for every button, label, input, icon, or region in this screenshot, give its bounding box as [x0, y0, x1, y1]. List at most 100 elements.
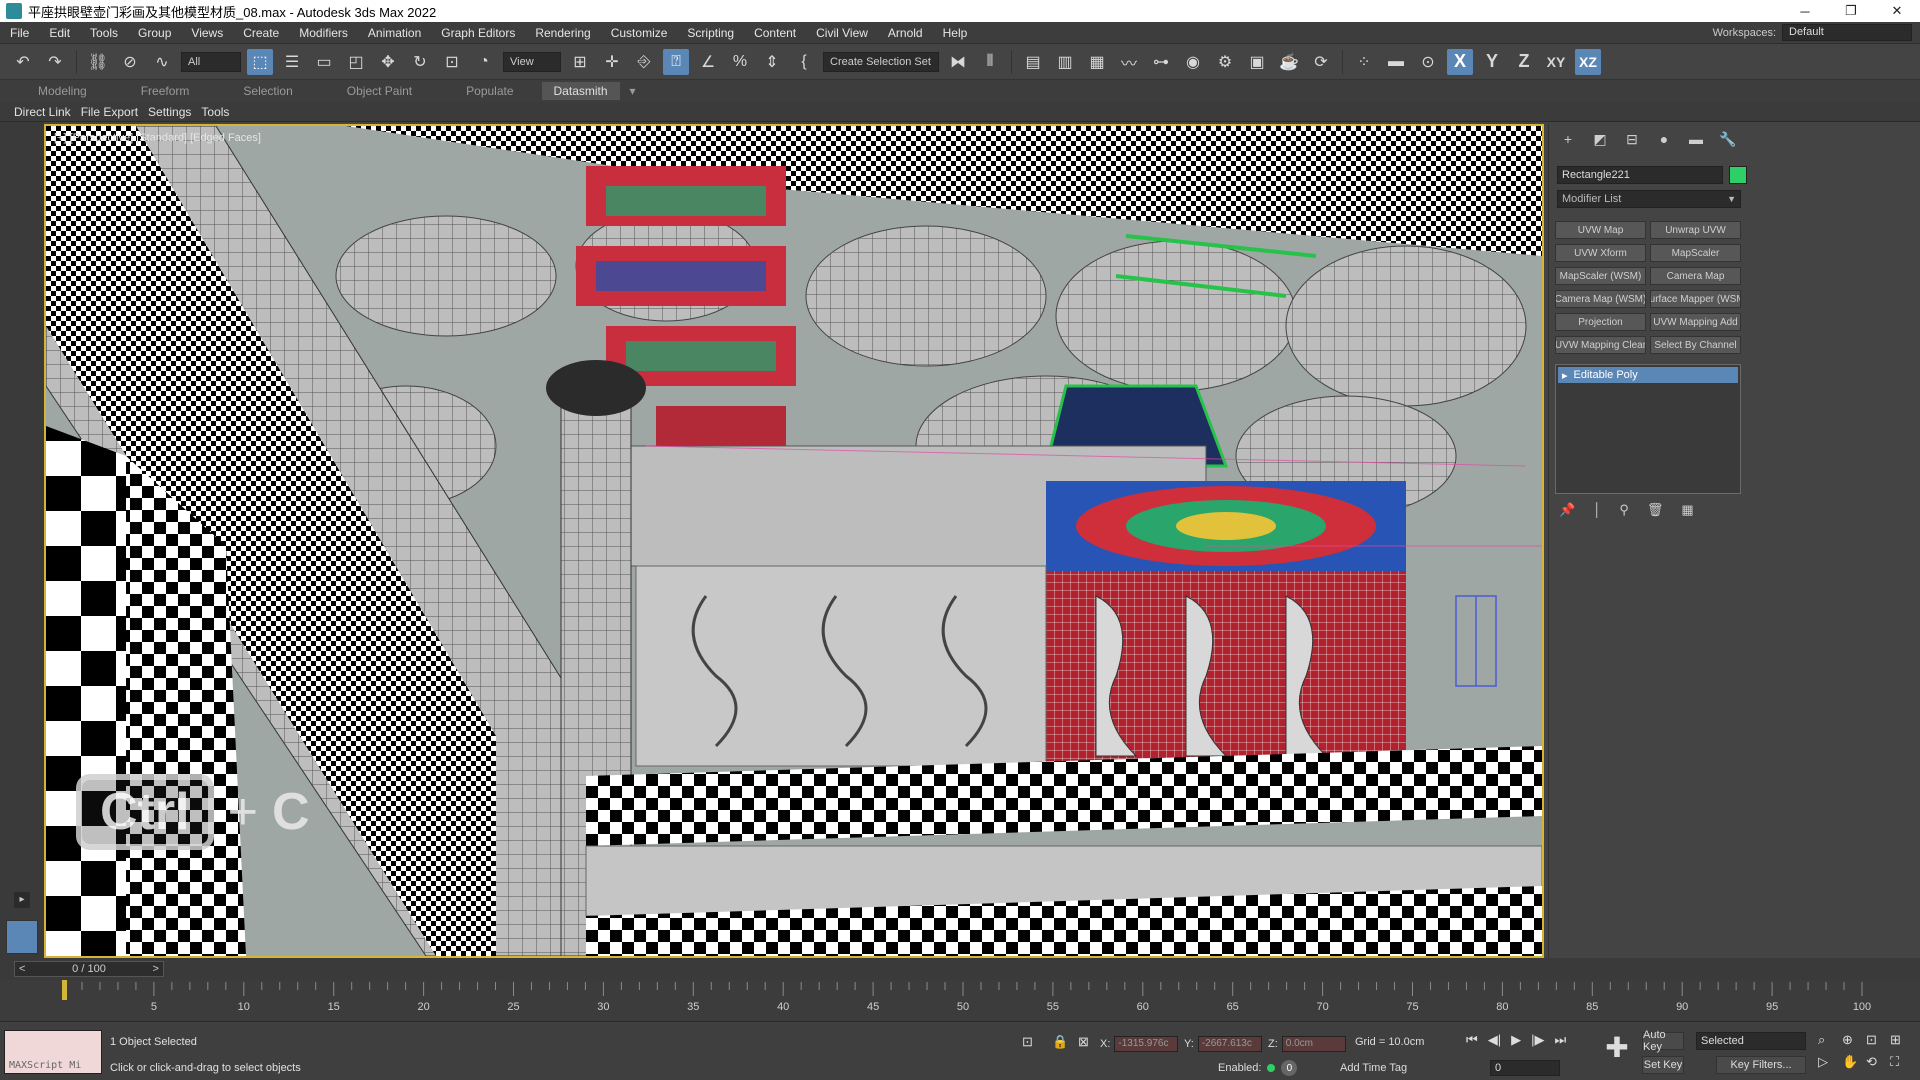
grid-icon[interactable]: ⁘ [1351, 49, 1377, 75]
coord-z-field[interactable]: 0.0cm [1281, 1036, 1346, 1052]
edit-named-selection-icon[interactable]: { [791, 49, 817, 75]
mapscaler-wsm-button[interactable]: MapScaler (WSM) [1555, 267, 1646, 285]
utilities-tab-icon[interactable]: 🔧 [1719, 130, 1737, 148]
datasmith-file-export[interactable]: File Export [81, 105, 138, 119]
menu-content[interactable]: Content [744, 26, 806, 40]
enabled-indicator-icon[interactable] [1267, 1064, 1276, 1072]
menu-views[interactable]: Views [181, 26, 233, 40]
percent-snap-icon[interactable]: % [727, 49, 753, 75]
menu-tools[interactable]: Tools [80, 26, 128, 40]
axis-x-button[interactable]: X [1447, 48, 1473, 75]
restore-button[interactable]: ❐ [1828, 0, 1874, 22]
expand-arrow-icon[interactable]: ▸ [1562, 369, 1568, 382]
go-to-start-icon[interactable]: ⏮ [1466, 1032, 1478, 1048]
tab-datasmith[interactable]: Datasmith [541, 82, 620, 100]
reference-coordinate-dropdown[interactable]: View [503, 51, 561, 72]
snaps-toggle-icon[interactable]: ⍰ [663, 48, 689, 75]
render-iterative-icon[interactable]: ⟳ [1308, 49, 1334, 75]
scale-icon[interactable]: ⊡ [439, 49, 465, 75]
time-slider[interactable]: < 0 / 100 > [14, 961, 164, 977]
keyboard-shortcut-override-icon[interactable]: ⎆ [631, 49, 657, 75]
make-unique-icon[interactable]: ⚲ [1619, 502, 1629, 518]
zoom-all-icon[interactable]: ⊕ [1842, 1032, 1864, 1048]
undo-icon[interactable]: ↶ [10, 49, 36, 75]
axis-y-button[interactable]: Y [1479, 49, 1505, 75]
menu-graph-editors[interactable]: Graph Editors [431, 26, 525, 40]
create-tab-icon[interactable]: + [1559, 130, 1577, 148]
named-selection-set-dropdown[interactable]: Create Selection Set [823, 51, 939, 72]
close-button[interactable]: ✕ [1874, 0, 1920, 22]
axis-xz-button[interactable]: XZ [1575, 48, 1601, 75]
coord-x-field[interactable]: -1315.976c [1114, 1036, 1179, 1052]
link-icon[interactable]: ⛓ [85, 49, 111, 75]
zoom-icon[interactable]: ⌕ [1818, 1032, 1840, 1048]
zoom-extents-icon[interactable]: ⊡ [1866, 1032, 1888, 1048]
layer-explorer-icon[interactable]: ▥ [1052, 49, 1078, 75]
rotate-icon[interactable]: ↻ [407, 49, 433, 75]
key-selection-dropdown[interactable]: Selected [1696, 1032, 1806, 1050]
key-filters-button[interactable]: Key Filters... [1716, 1056, 1806, 1074]
tab-freeform[interactable]: Freeform [115, 84, 218, 98]
zoom-extents-all-icon[interactable]: ⊞ [1890, 1032, 1912, 1048]
tab-object-paint[interactable]: Object Paint [321, 84, 440, 98]
axis-z-button[interactable]: Z [1511, 49, 1537, 75]
move-icon[interactable]: ✥ [375, 49, 401, 75]
mapscaler-button[interactable]: MapScaler [1650, 244, 1741, 262]
show-end-result-icon[interactable]: │ [1593, 502, 1601, 518]
menu-civil-view[interactable]: Civil View [806, 26, 878, 40]
spinner-snap-icon[interactable]: ⇕ [759, 49, 785, 75]
datasmith-tools[interactable]: Tools [201, 105, 229, 119]
motion-tab-icon[interactable]: ● [1655, 130, 1673, 148]
render-setup-icon[interactable]: ⚙ [1212, 49, 1238, 75]
perspective-viewport[interactable]: [+] [Perspective] [Standard] [Edged Face… [44, 124, 1544, 958]
modifier-list-dropdown[interactable]: Modifier List ▼ [1557, 190, 1741, 208]
rectangular-selection-icon[interactable]: ▭ [311, 49, 337, 75]
unwrap-uvw-button[interactable]: Unwrap UVW [1650, 221, 1741, 239]
axis-xy-button[interactable]: XY [1543, 49, 1569, 75]
select-by-name-icon[interactable]: ☰ [279, 49, 305, 75]
absolute-mode-icon[interactable]: ⊠ [1078, 1034, 1089, 1050]
prev-frame-icon[interactable]: < [19, 963, 25, 975]
surface-mapper-button[interactable]: Surface Mapper (WSM) [1650, 290, 1741, 308]
select-manipulate-icon[interactable]: ✛ [599, 49, 625, 75]
datasmith-settings[interactable]: Settings [148, 105, 191, 119]
menu-animation[interactable]: Animation [358, 26, 431, 40]
redo-icon[interactable]: ↷ [42, 49, 68, 75]
array-icon[interactable]: ▬ [1383, 49, 1409, 75]
menu-modifiers[interactable]: Modifiers [289, 26, 358, 40]
selection-filter-dropdown[interactable]: All [181, 51, 241, 72]
remove-modifier-icon[interactable]: 🗑 [1647, 502, 1664, 518]
modify-tab-icon[interactable]: ◩ [1591, 130, 1609, 148]
configure-modifier-sets-icon[interactable]: ▦ [1681, 502, 1693, 518]
uvw-xform-button[interactable]: UVW Xform [1555, 244, 1646, 262]
ribbon-toggle-icon[interactable]: ▦ [1084, 49, 1110, 75]
menu-edit[interactable]: Edit [39, 26, 80, 40]
display-tab-icon[interactable]: ▬ [1687, 130, 1705, 148]
orbit-icon[interactable]: ⟲ [1866, 1054, 1888, 1070]
select-object-icon[interactable]: ⬚ [247, 48, 273, 75]
curve-editor-icon[interactable]: 〰 [1116, 49, 1142, 75]
maxscript-listener[interactable]: MAXScript Mi [4, 1030, 102, 1074]
field-of-view-icon[interactable]: ▷ [1818, 1054, 1840, 1070]
menu-scripting[interactable]: Scripting [677, 26, 744, 40]
ribbon-options-icon[interactable]: ▾ [620, 84, 646, 98]
align-icon[interactable]: ⫴ [977, 49, 1003, 75]
time-cursor[interactable] [62, 980, 67, 1000]
uvw-mapping-add-button[interactable]: UVW Mapping Add [1650, 313, 1741, 331]
menu-create[interactable]: Create [233, 26, 289, 40]
menu-arnold[interactable]: Arnold [878, 26, 933, 40]
placement-icon[interactable]: ◔ [471, 49, 497, 75]
menu-group[interactable]: Group [128, 26, 181, 40]
datasmith-direct-link[interactable]: Direct Link [14, 105, 71, 119]
maximize-viewport-icon[interactable]: ⛶ [1890, 1054, 1912, 1070]
add-time-tag[interactable]: Add Time Tag [1340, 1062, 1407, 1074]
menu-rendering[interactable]: Rendering [525, 26, 600, 40]
render-production-icon[interactable]: ☕ [1276, 49, 1302, 75]
isolate-selection-icon[interactable]: ⊡ [1022, 1034, 1033, 1050]
expand-viewport-layout-icon[interactable]: ▸ [14, 892, 30, 908]
bind-space-warp-icon[interactable]: ∿ [149, 49, 175, 75]
uvw-mapping-clear-button[interactable]: UVW Mapping Clear [1555, 336, 1646, 354]
trackbar[interactable]: 5 10 15 20 25 30 35 40 45 50 55 60 65 70 75 80 85 90 95 100 [0, 980, 1920, 1022]
material-editor-icon[interactable]: ◉ [1180, 49, 1206, 75]
viewport-label[interactable]: [+] [Perspective] [Standard] [Edged Face… [54, 132, 261, 144]
